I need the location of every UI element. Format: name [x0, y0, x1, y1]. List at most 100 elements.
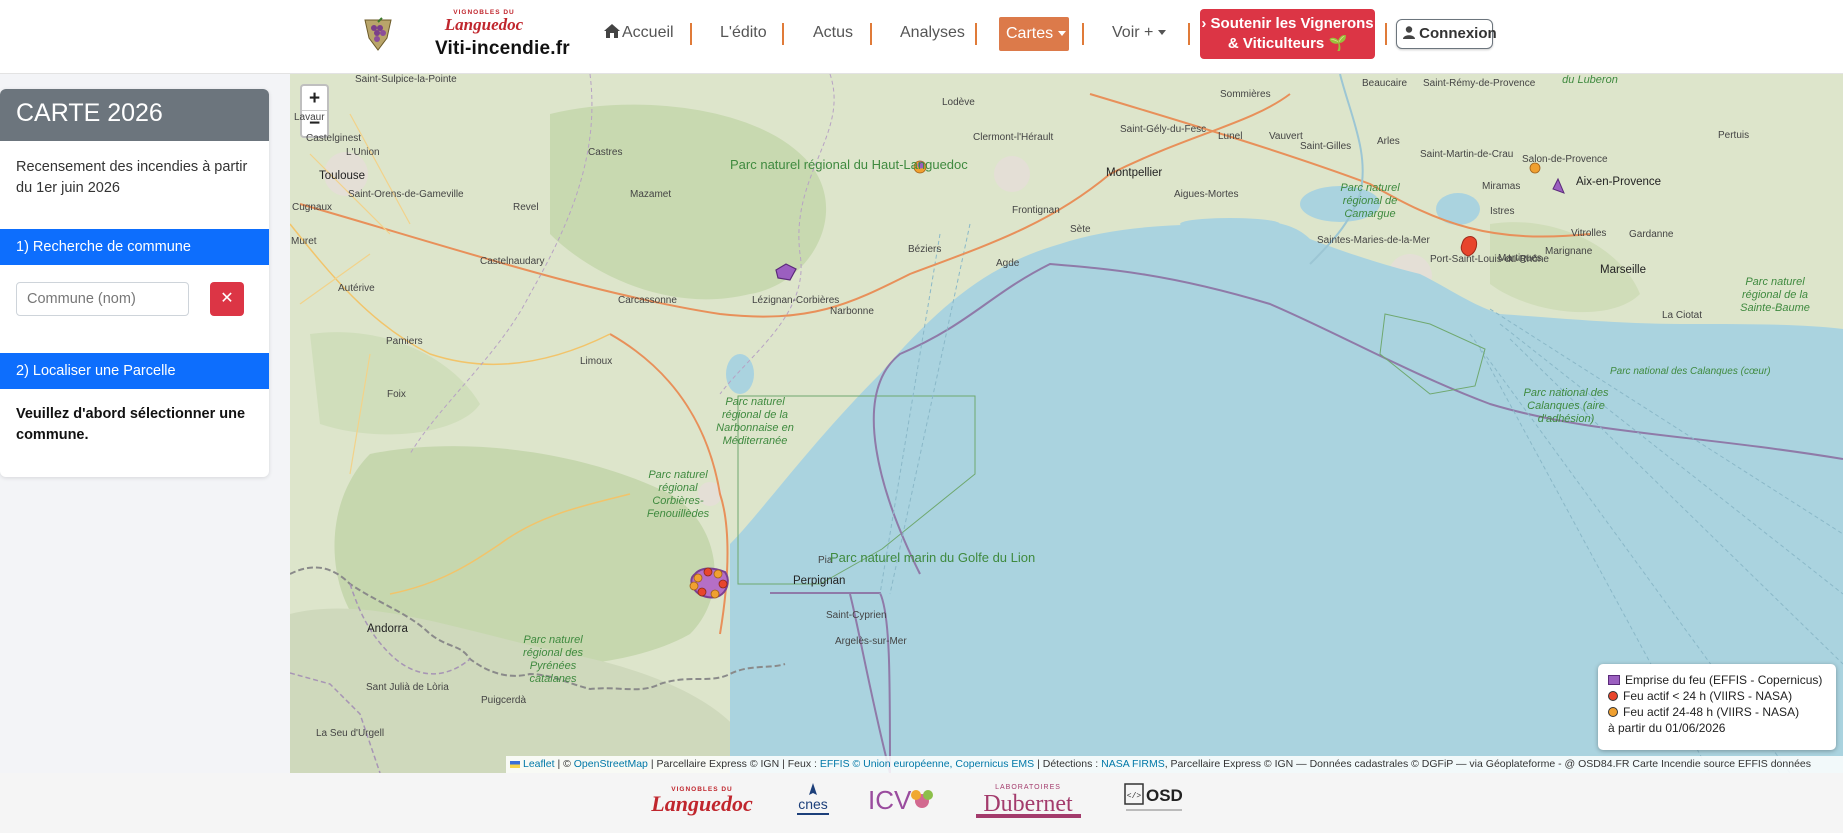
nav-voir-plus-label: Voir + [1112, 24, 1154, 41]
osd-text: OSD [1146, 786, 1183, 805]
nav-edito[interactable]: L'édito [720, 24, 767, 42]
fire-map[interactable]: + − Toulouse Montpellier Marseille Perpi… [290, 74, 1843, 773]
vignobles-languedoc-logo[interactable]: VIGNOBLES DU Languedoc [434, 6, 534, 34]
map-attribution: Leaflet | © OpenStreetMap | Parcellaire … [506, 756, 1843, 773]
clear-search-button[interactable]: ✕ [210, 282, 244, 316]
city-label: Marseille [1600, 264, 1647, 276]
town-label: Autérive [338, 283, 375, 294]
town-label: Istres [1490, 206, 1515, 217]
town-label: Cugnaux [292, 202, 333, 213]
town-label: Pertuis [1718, 130, 1750, 141]
town-label: Salon-de-Provence [1522, 154, 1608, 165]
nav-actus[interactable]: Actus [813, 24, 853, 42]
nav-cartes-label: Cartes [1006, 25, 1054, 42]
town-label: Muret [291, 236, 317, 247]
town-label: Castelnaudary [480, 256, 545, 267]
zoom-control: + − [300, 84, 329, 138]
town-label: Lavaur [294, 112, 325, 123]
attrib-text: | © [557, 758, 571, 770]
legend-since-date: à partir du 01/06/2026 [1608, 721, 1726, 735]
groupe-icv-logo[interactable]: ICV [866, 783, 936, 819]
town-label: La Seu d'Urgell [316, 728, 385, 739]
legend-active-48h: Feu actif 24-48 h (VIIRS - NASA) [1608, 704, 1836, 720]
town-label: Castelginest [306, 133, 362, 144]
vignobles-languedoc-footer-logo[interactable]: VIGNOBLES DU Languedoc [640, 783, 764, 817]
town-label: Saint-Sulpice-la-Pointe [355, 74, 457, 85]
marine-park-label: Parc naturel marin du Golfe du Lion [830, 550, 1035, 566]
town-label: Clermont-l'Hérault [973, 132, 1054, 143]
dubernet-logo[interactable]: LABORATOIRES Dubernet [966, 781, 1091, 819]
legend-text: Feu actif 24-48 h (VIIRS - NASA) [1623, 705, 1800, 719]
park-label: Parc naturel régional de la Narbonnaise … [716, 396, 794, 447]
icv-text: ICV [868, 785, 912, 815]
chevron-right-icon: › [1201, 15, 1207, 32]
map-legend: Emprise du feu (EFFIS - Copernicus) Feu … [1598, 664, 1836, 750]
park-label: Parc national des Calanques (cœur) [1610, 366, 1771, 378]
select-commune-warning: Veuillez d'abord sélectionner une commun… [16, 406, 246, 443]
nav-voir-plus-dropdown[interactable]: Voir + [1112, 24, 1167, 42]
site-name[interactable]: Viti-incendie.fr [435, 38, 570, 60]
osd-logo[interactable]: </> OSD [1124, 783, 1186, 817]
sidebar-title: CARTE 2026 [0, 89, 269, 141]
city-label: Carcassonne [618, 295, 677, 306]
city-label: Perpignan [793, 575, 846, 587]
town-label: Saintes-Maries-de-la-Mer [1317, 235, 1430, 246]
effis-link[interactable]: EFFIS © Union européenne, Copernicus EMS [820, 758, 1034, 770]
park-label: Parc national des Calanques (aire d'adhé… [1523, 387, 1609, 425]
town-label: Sant Julià de Lòria [366, 682, 449, 693]
grape-logo-icon[interactable] [363, 16, 393, 52]
town-label: Beaucaire [1362, 78, 1408, 89]
dubernet-text: Dubernet [983, 791, 1073, 817]
support-line2: & Viticulteurs 🌱 [1227, 35, 1348, 52]
town-label: Vauvert [1269, 131, 1303, 142]
leaflet-link[interactable]: Leaflet [523, 758, 555, 770]
town-label: Castres [588, 147, 623, 158]
burned-area-swatch [1608, 675, 1620, 685]
town-label: Puigcerdà [481, 695, 527, 706]
firms-link[interactable]: NASA FIRMS [1101, 758, 1165, 770]
parcel-locate-header: 2) Localiser une Parcelle [0, 353, 269, 389]
support-line1: Soutenir les Vignerons [1210, 15, 1374, 32]
support-winegrowers-button[interactable]: › Soutenir les Vignerons & Viticulteurs … [1200, 9, 1375, 59]
chevron-down-icon [1058, 31, 1067, 37]
sidebar-intro: Recensement des incendies à partir du 1e… [16, 159, 248, 196]
town-label: Limoux [580, 356, 613, 367]
svg-text:Languedoc: Languedoc [650, 791, 753, 816]
nav-home-label: Accueil [622, 24, 674, 41]
town-label: Lodève [942, 97, 975, 108]
town-label: Lunel [1218, 131, 1243, 142]
commune-search-input[interactable] [16, 282, 189, 316]
park-label: Parc naturel régional de Camargue [1340, 182, 1400, 220]
park-label: Parc naturel régional Corbières-Fenouill… [646, 469, 710, 520]
city-label: Aix-en-Provence [1576, 176, 1662, 188]
dubernet-top-text: LABORATOIRES [995, 784, 1061, 791]
park-label: Parc naturel régional du Haut-Languedoc [730, 157, 968, 173]
user-icon [1403, 26, 1415, 39]
chevron-down-icon [1158, 30, 1167, 36]
cnes-logo[interactable]: cnes [792, 781, 834, 821]
nav-separator [870, 23, 872, 45]
osm-link[interactable]: OpenStreetMap [574, 758, 648, 770]
town-label: Saint-Gély-du-Fesc [1120, 124, 1207, 135]
nav-home[interactable]: Accueil [604, 24, 674, 42]
town-label: Saint-Martin-de-Crau [1420, 149, 1514, 160]
city-label: Narbonne [830, 306, 874, 317]
nav-separator [1385, 23, 1387, 45]
legend-burned-area: Emprise du feu (EFFIS - Copernicus) [1608, 672, 1836, 688]
park-label: Parc naturel régional des Pyrénées catal… [523, 634, 583, 685]
town-label: Aigues-Mortes [1174, 189, 1239, 200]
town-label: Sommières [1220, 89, 1271, 100]
login-label: Connexion [1419, 25, 1497, 42]
login-button[interactable]: Connexion [1396, 19, 1497, 49]
map-sidebar: CARTE 2026 Recensement des incendies à p… [0, 89, 269, 477]
town-label: Foix [387, 389, 406, 400]
nav-analyses[interactable]: Analyses [900, 24, 965, 42]
ukraine-flag-icon [510, 760, 520, 768]
top-navbar: VIGNOBLES DU Languedoc Viti-incendie.fr … [0, 0, 1843, 74]
nav-cartes-dropdown[interactable]: Cartes [999, 17, 1069, 51]
svg-text:</>: </> [1127, 792, 1142, 801]
town-label: Port-Saint-Louis-du-Rhône [1430, 254, 1549, 265]
attrib-text: , Parcellaire Express © IGN — Données ca… [1164, 758, 1811, 770]
zoom-in-button[interactable]: + [302, 86, 327, 111]
attrib-text: | Parcellaire Express © IGN | Feux : [650, 758, 817, 770]
